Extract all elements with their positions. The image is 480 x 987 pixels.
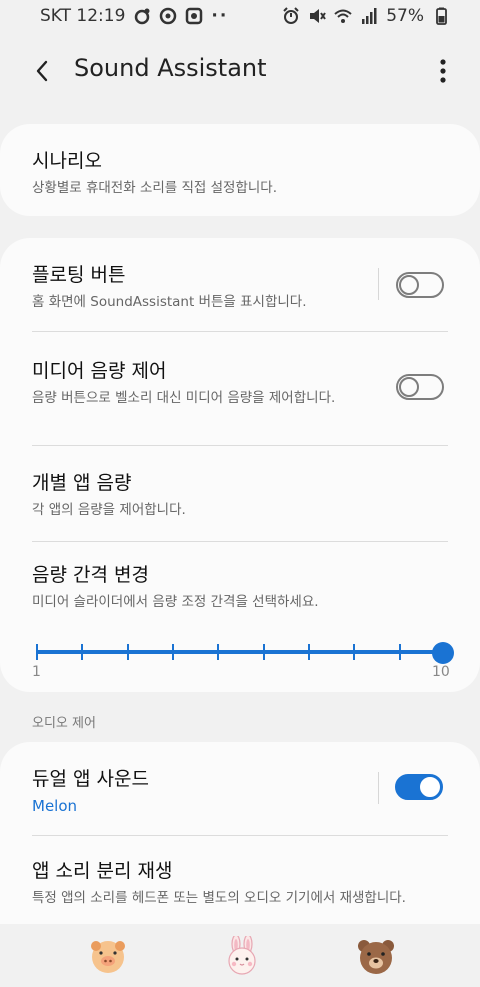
slider-tick (81, 644, 83, 660)
status-right: 57% (282, 6, 450, 26)
mute-icon (308, 7, 327, 25)
app-volume-title: 개별 앱 음량 (32, 472, 132, 494)
carrier-time: SKT 12:19 (40, 6, 126, 26)
audio-card: 듀얼 앱 사운드 Melon 앱 소리 분리 재생 특정 앱의 소리를 헤드폰 … (0, 742, 480, 924)
floating-button-title: 플로팅 버튼 (32, 264, 126, 286)
separator (378, 772, 379, 804)
slider-max-label: 10 (432, 664, 450, 680)
media-volume-subtitle: 음량 버튼으로 벨소리 대신 미디어 음량을 제어합니다. (32, 390, 336, 406)
slider-tick (172, 644, 174, 660)
media-volume-title: 미디어 음량 제어 (32, 360, 167, 382)
divider (32, 541, 448, 542)
more-vertical-icon (440, 59, 446, 83)
toggle-knob (399, 275, 419, 295)
slider-min-label: 1 (32, 664, 41, 680)
bunny-icon[interactable] (222, 934, 262, 976)
volume-step-title: 음량 간격 변경 (32, 564, 149, 586)
divider (32, 331, 448, 332)
page-title: Sound Assistant (74, 54, 267, 82)
floating-button-toggle[interactable] (396, 272, 444, 298)
dual-app-sound-title: 듀얼 앱 사운드 (32, 768, 149, 790)
scenario-card: 시나리오 상황별로 휴대전화 소리를 직접 설정합니다. (0, 124, 480, 216)
volume-step-item: 음량 간격 변경 미디어 슬라이더에서 음량 조정 간격을 선택하세요. (32, 560, 448, 612)
status-bar: SKT 12:19 ·· 57% (0, 0, 480, 36)
media-volume-item[interactable]: 미디어 음량 제어 음량 버튼으로 벨소리 대신 미디어 음량을 제어합니다. (32, 356, 360, 408)
slider-track (36, 650, 444, 654)
app-volume-item[interactable]: 개별 앱 음량 각 앱의 음량을 제어합니다. (32, 468, 448, 520)
floating-button-item[interactable]: 플로팅 버튼 홈 화면에 SoundAssistant 버튼을 표시합니다. (32, 260, 370, 312)
wifi-icon (334, 7, 352, 25)
pig-icon[interactable] (88, 936, 128, 976)
separate-playback-title: 앱 소리 분리 재생 (32, 860, 173, 882)
separator (378, 268, 379, 300)
battery-percent: 57% (386, 6, 424, 26)
floating-button-subtitle: 홈 화면에 SoundAssistant 버튼을 표시합니다. (32, 294, 307, 310)
app-notification-icon (185, 7, 203, 25)
slider-tick (263, 644, 265, 660)
slider-thumb[interactable] (432, 642, 454, 664)
toggle-knob (399, 377, 419, 397)
app-volume-subtitle: 각 앱의 음량을 제어합니다. (32, 502, 186, 518)
slider-tick (353, 644, 355, 660)
more-notifications: ·· (211, 6, 229, 26)
app-header: Sound Assistant (0, 44, 480, 100)
settings-card: 플로팅 버튼 홈 화면에 SoundAssistant 버튼을 표시합니다. 미… (0, 238, 480, 692)
bottom-bar (0, 924, 480, 987)
toggle-knob (420, 777, 440, 797)
slider-tick (399, 644, 401, 660)
bear-icon[interactable] (356, 936, 396, 976)
separate-playback-subtitle: 특정 앱의 소리를 헤드폰 또는 별도의 오디오 기기에서 재생합니다. (32, 890, 406, 906)
slider-tick (308, 644, 310, 660)
alarm-icon (282, 7, 300, 25)
status-left: SKT 12:19 ·· (40, 6, 228, 26)
divider (32, 835, 448, 836)
back-button[interactable] (28, 56, 58, 86)
slider-tick (36, 644, 38, 660)
scenario-title: 시나리오 (32, 150, 102, 172)
dual-app-sound-toggle[interactable] (395, 774, 443, 800)
battery-icon (432, 7, 450, 25)
media-icon (159, 7, 177, 25)
slider-tick (217, 644, 219, 660)
scenario-item[interactable]: 시나리오 상황별로 휴대전화 소리를 직접 설정합니다. (32, 146, 448, 198)
separate-playback-item[interactable]: 앱 소리 분리 재생 특정 앱의 소리를 헤드폰 또는 별도의 오디오 기기에서… (32, 856, 448, 908)
volume-step-subtitle: 미디어 슬라이더에서 음량 조정 간격을 선택하세요. (32, 594, 319, 610)
scenario-subtitle: 상황별로 휴대전화 소리를 직접 설정합니다. (32, 180, 278, 196)
notification-icon (133, 7, 151, 25)
volume-step-slider[interactable] (36, 642, 454, 664)
dual-app-sound-item[interactable]: 듀얼 앱 사운드 Melon (32, 764, 370, 816)
back-arrow-icon (36, 60, 48, 82)
media-volume-toggle[interactable] (396, 374, 444, 400)
audio-section-label: 오디오 제어 (32, 716, 96, 731)
signal-icon (360, 7, 378, 25)
dual-app-sound-subtitle: Melon (32, 797, 78, 815)
slider-tick (127, 644, 129, 660)
more-options-button[interactable] (436, 56, 450, 86)
divider (32, 445, 448, 446)
